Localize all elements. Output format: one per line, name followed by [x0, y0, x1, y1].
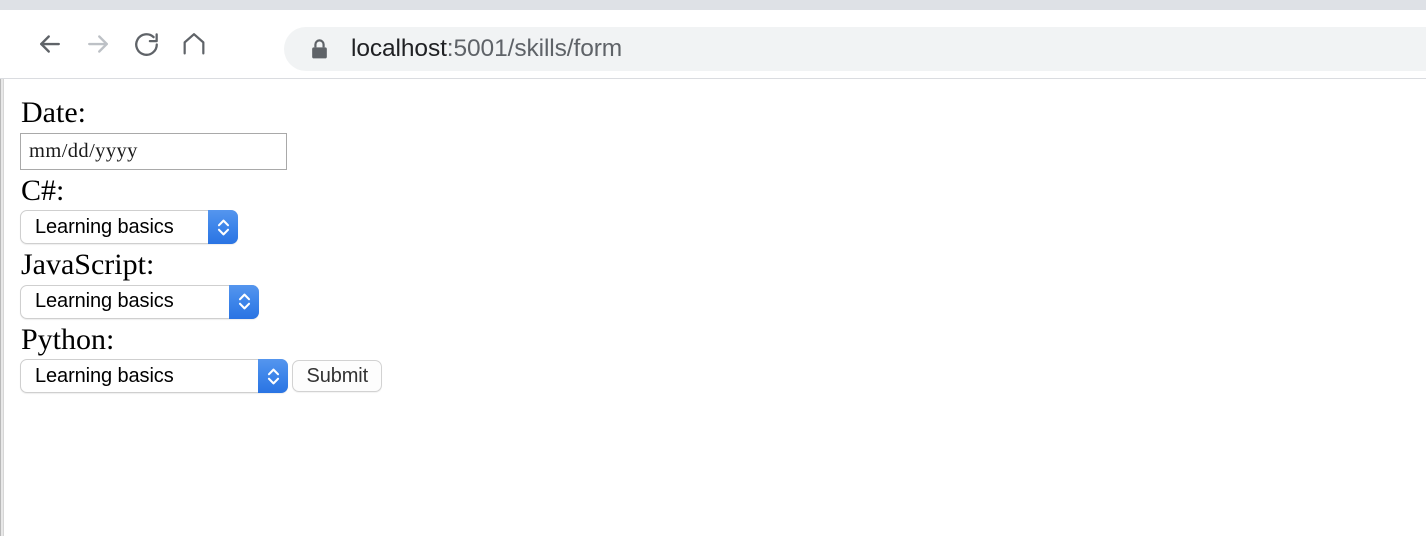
skills-form: Date: mm/dd/yyyy C#: Learning basics Jav… — [0, 79, 1426, 397]
arrow-right-icon — [83, 29, 113, 59]
address-bar[interactable]: localhost:5001/skills/form — [284, 27, 1426, 71]
javascript-label: JavaScript: — [21, 248, 155, 282]
url-host: localhost — [351, 34, 447, 62]
forward-button[interactable] — [74, 20, 122, 68]
python-label: Python: — [21, 322, 115, 356]
lock-icon — [310, 38, 329, 60]
python-select-value: Learning basics — [35, 364, 174, 387]
javascript-select[interactable]: Learning basics — [20, 284, 259, 319]
url-text: localhost:5001/skills/form — [351, 34, 623, 62]
back-button[interactable] — [26, 20, 74, 68]
chevron-updown-icon[interactable] — [229, 284, 259, 319]
home-button[interactable] — [170, 20, 218, 68]
python-select[interactable]: Learning basics — [20, 359, 288, 394]
arrow-left-icon — [35, 29, 65, 59]
reload-button[interactable] — [122, 20, 170, 68]
date-label: Date: — [21, 96, 86, 129]
reload-icon — [132, 30, 161, 59]
home-icon — [180, 30, 208, 58]
submit-button[interactable]: Submit — [292, 360, 383, 393]
browser-window: localhost:5001/skills/form Date: mm/dd/y… — [0, 0, 1426, 536]
page-viewport: Date: mm/dd/yyyy C#: Learning basics Jav… — [0, 79, 1426, 536]
tab-strip — [0, 0, 1426, 10]
chevron-updown-icon[interactable] — [208, 210, 238, 245]
csharp-select-value: Learning basics — [35, 215, 174, 238]
browser-toolbar: localhost:5001/skills/form — [0, 10, 1426, 79]
date-placeholder: mm/dd/yyyy — [29, 139, 138, 162]
csharp-select[interactable]: Learning basics — [20, 210, 238, 245]
javascript-select-value: Learning basics — [35, 290, 174, 313]
csharp-label: C#: — [21, 173, 65, 207]
window-edge-sliver — [0, 79, 4, 536]
date-input[interactable]: mm/dd/yyyy — [20, 132, 287, 170]
chevron-updown-icon[interactable] — [258, 359, 288, 394]
url-path: :5001/skills/form — [446, 34, 623, 62]
